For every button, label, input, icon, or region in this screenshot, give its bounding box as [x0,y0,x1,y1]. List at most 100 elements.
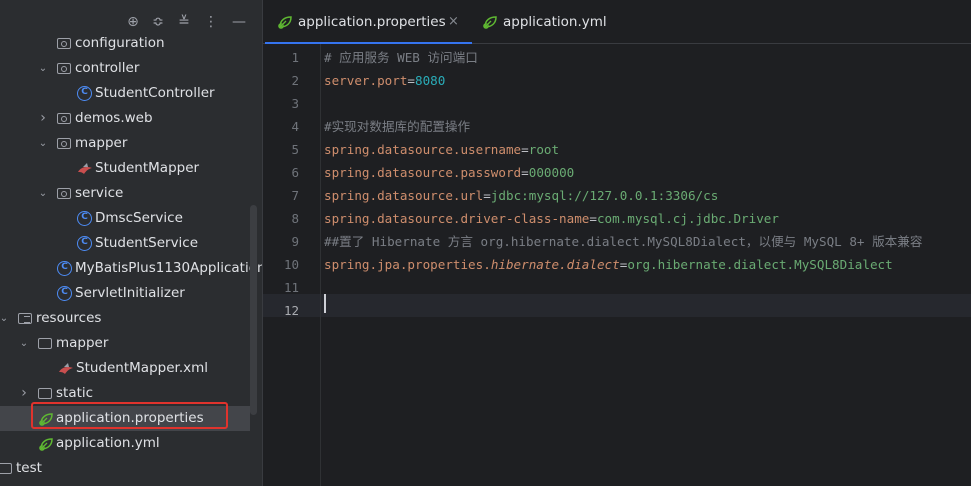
code-line[interactable]: spring.datasource.password=000000 [324,161,574,184]
code-token-key: spring.jpa.properties. [324,257,491,272]
class-icon: C [77,211,92,226]
code-token-comment: # 应用服务 WEB 访问端口 [324,50,478,65]
tree-item-label: mapper [56,335,109,351]
tree-item-label: StudentController [95,85,215,101]
mybatis-icon [58,361,73,376]
tree-item-studentmapper[interactable]: StudentMapper [0,156,250,181]
line-number: 4 [291,119,299,134]
tree-item-demos-web[interactable]: › demos.web [0,106,250,131]
tree-item-configuration[interactable]: configuration [0,31,250,56]
project-sidebar: ⊕ ≎ ≚ ⋮ — configuration ⌄ controller C Stude… [0,0,262,486]
line-number: 12 [283,303,299,318]
tab-application-yml[interactable]: application.yml [482,0,607,44]
line-number: 5 [291,142,299,157]
chevron-down-icon[interactable]: ⌄ [0,306,10,331]
line-number: 9 [291,234,299,249]
package-folder-icon [57,138,71,149]
code-line[interactable]: spring.jpa.properties.hibernate.dialect=… [324,253,893,276]
code-token-comment: #实现对数据库的配置操作 [324,119,471,134]
code-editor: application.properties × application.yml 1… [262,0,971,486]
tree-item-application-yml[interactable]: application.yml [0,431,250,456]
tree-item-dmscservice[interactable]: C DmscService [0,206,250,231]
tree-item-label: demos.web [75,110,153,126]
code-token-key: spring.datasource.driver-class-name [324,211,590,226]
editor-tabbar: application.properties × application.yml [263,0,971,44]
chevron-right-icon[interactable]: › [37,106,49,131]
tree-item-mybatisplus1130application[interactable]: C MyBatisPlus1130Application [0,256,262,281]
annotation-highlight-box [31,402,228,429]
folder-icon [0,463,12,474]
text-caret [324,294,326,313]
class-icon: C [57,261,72,276]
tree-item-servletinitializer[interactable]: C ServletInitializer [0,281,250,306]
code-token-key: spring.datasource.url [324,188,484,203]
code-area[interactable]: # 应用服务 WEB 访问端口 server.port=8080 #实现对数据库的配… [324,44,971,486]
line-number: 6 [291,165,299,180]
tree-item-service[interactable]: ⌄ service [0,181,250,206]
code-line[interactable]: ##置了 Hibernate 方言 org.hibernate.dialect.… [324,230,922,253]
code-token-comment: ##置了 Hibernate 方言 org.hibernate.dialect.… [324,234,923,249]
close-icon[interactable]: × [448,0,459,44]
line-number: 7 [291,188,299,203]
code-line[interactable]: #实现对数据库的配置操作 [324,115,470,138]
package-folder-icon [57,113,71,124]
tree-item-label: configuration [75,35,165,51]
code-token-val: jdbc:mysql://127.0.0.1:3306/cs [490,188,719,203]
class-icon: C [57,286,72,301]
code-token-key: spring.datasource.password [324,165,522,180]
code-line[interactable]: spring.datasource.driver-class-name=com.… [324,207,779,230]
code-token-eq: = [521,142,529,157]
code-line[interactable]: # 应用服务 WEB 访问端口 [324,46,478,69]
code-token-eq: = [407,73,415,88]
tree-item-label: ServletInitializer [75,285,185,301]
chevron-down-icon[interactable]: ⌄ [37,56,49,81]
sidebar-scrollbar[interactable] [250,205,257,415]
code-token-key-it: hibernate.dialect [490,257,620,272]
tree-item-test[interactable]: test [0,456,250,481]
code-line[interactable]: spring.datasource.url=jdbc:mysql://127.0… [324,184,718,207]
code-line[interactable]: spring.datasource.username=root [324,138,559,161]
tree-item-label: application.yml [56,435,160,451]
spring-leaf-icon [38,436,53,451]
package-folder-icon [57,63,71,74]
spring-leaf-icon [482,14,498,30]
code-token-eq: = [589,211,597,226]
tree-item-mapper[interactable]: ⌄ mapper [0,331,250,356]
code-token-eq: = [521,165,529,180]
resources-folder-icon [18,313,32,324]
line-number: 8 [291,211,299,226]
tree-item-studentcontroller[interactable]: C StudentController [0,81,250,106]
line-number: 11 [283,280,299,295]
code-token-val: root [528,142,560,157]
code-token-key: spring.datasource.username [324,142,522,157]
tree-item-mapper[interactable]: ⌄ mapper [0,131,250,156]
tab-application-properties[interactable]: application.properties × [265,0,472,44]
tree-item-studentservice[interactable]: C StudentService [0,231,250,256]
chevron-right-icon[interactable]: › [18,381,30,406]
line-number: 1 [291,50,299,65]
tree-item-label: MyBatisPlus1130Application [75,260,262,276]
line-number: 3 [291,96,299,111]
code-token-val: 000000 [528,165,575,180]
tree-item-label: resources [36,310,102,326]
chevron-down-icon[interactable]: ⌄ [37,181,49,206]
class-icon: C [77,86,92,101]
tree-item-label: test [16,460,42,476]
tree-item-label: DmscService [95,210,183,226]
code-token-eq: = [483,188,491,203]
code-line[interactable]: server.port=8080 [324,69,445,92]
tree-item-studentmapper-xml[interactable]: StudentMapper.xml [0,356,250,381]
tree-item-label: StudentMapper [95,160,200,176]
spring-leaf-icon [277,14,293,30]
tree-item-resources[interactable]: ⌄ resources [0,306,250,331]
chevron-down-icon[interactable]: ⌄ [37,131,49,156]
chevron-down-icon[interactable]: ⌄ [18,331,30,356]
tree-item-controller[interactable]: ⌄ controller [0,56,250,81]
tree-item-label: service [75,185,124,201]
tab-label: application.properties [298,14,446,30]
code-token-key: server.port [324,73,408,88]
tab-label: application.yml [503,14,607,30]
folder-icon [38,388,52,399]
tree-item-label: StudentService [95,235,199,251]
mybatis-icon [77,161,92,176]
